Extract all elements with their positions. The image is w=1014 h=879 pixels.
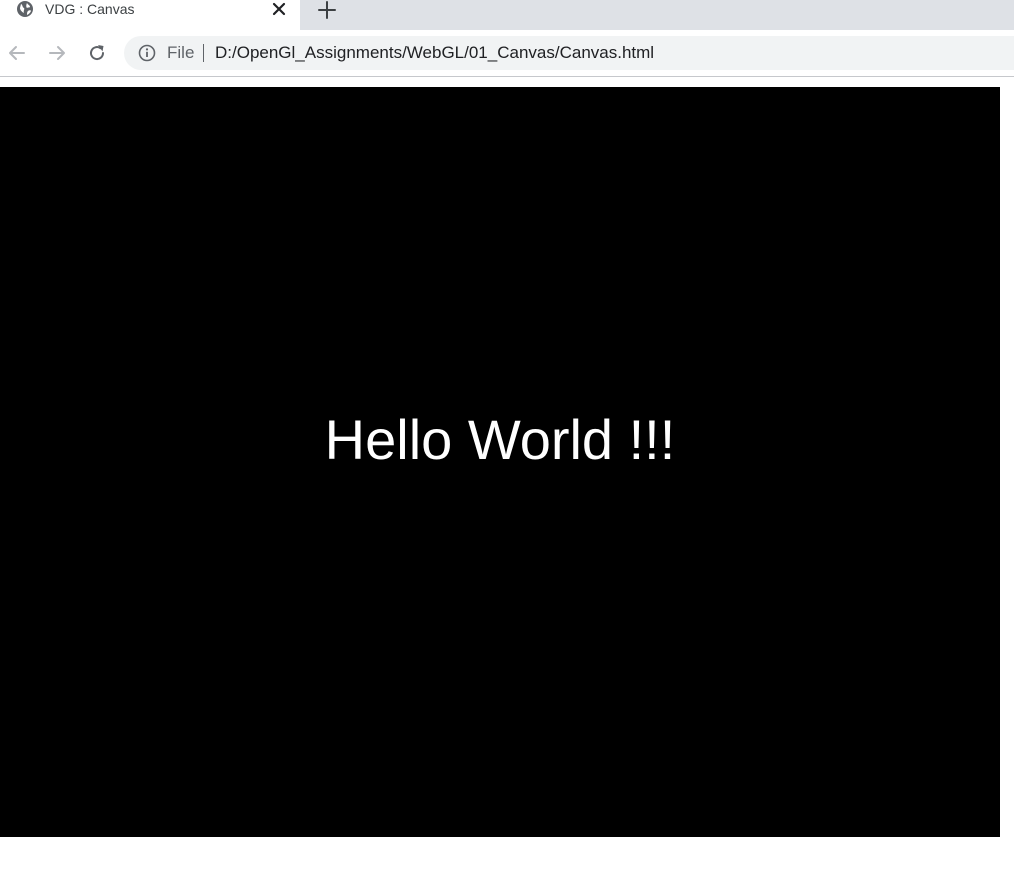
tab-title: VDG : Canvas: [45, 1, 135, 17]
tab-active[interactable]: VDG : Canvas: [0, 0, 300, 30]
info-icon[interactable]: [138, 44, 156, 62]
globe-icon: [16, 0, 34, 18]
url-scheme-label: File: [167, 43, 195, 62]
omnibox-separator: [203, 44, 204, 62]
url-text[interactable]: D:/OpenGl_Assignments/WebGL/01_Canvas/Ca…: [215, 43, 654, 63]
arrow-left-icon[interactable]: [6, 42, 28, 64]
reload-icon[interactable]: [86, 42, 108, 64]
browser-toolbar: File D:/OpenGl_Assignments/WebGL/01_Canv…: [0, 30, 1014, 77]
plus-icon[interactable]: [317, 0, 337, 20]
close-icon[interactable]: [270, 0, 288, 18]
tab-strip: VDG : Canvas: [0, 0, 1014, 30]
webgl-canvas[interactable]: Hello World !!!: [0, 87, 1000, 837]
arrow-right-icon[interactable]: [46, 42, 68, 64]
canvas-text: Hello World !!!: [324, 408, 676, 471]
address-bar[interactable]: File D:/OpenGl_Assignments/WebGL/01_Canv…: [124, 36, 1014, 70]
